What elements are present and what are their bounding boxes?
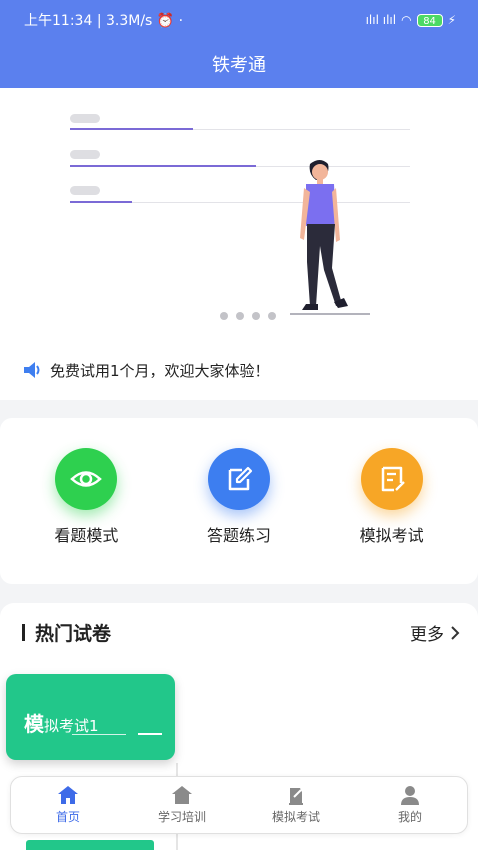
banner-carousel[interactable] bbox=[0, 88, 478, 340]
carousel-dot[interactable] bbox=[268, 312, 276, 320]
banner-illustration-pill bbox=[70, 150, 100, 159]
paper-title-first-char: 模 bbox=[24, 712, 44, 736]
paper-card-button[interactable] bbox=[26, 840, 154, 850]
profile-icon bbox=[401, 786, 419, 805]
tab-label: 模拟考试 bbox=[271, 810, 320, 824]
status-bar: 上午11:34 | 3.3M/s ⏰ · ılıl ılıl ◠ 84 ⚡ bbox=[0, 0, 478, 40]
app-title: 铁考通 bbox=[212, 55, 266, 76]
home-icon bbox=[58, 786, 78, 804]
status-time: 上午11:34 bbox=[24, 13, 93, 29]
carousel-indicator[interactable] bbox=[220, 312, 276, 320]
paper-underline bbox=[72, 734, 126, 735]
charging-icon: ⚡ bbox=[447, 13, 456, 27]
paper-title: 模拟考试1 bbox=[24, 708, 99, 737]
speaker-icon bbox=[24, 362, 40, 378]
tab-mock-exam[interactable]: 模拟考试 bbox=[251, 785, 341, 825]
paper-underline-accent bbox=[138, 733, 162, 735]
edit-icon bbox=[207, 448, 270, 510]
tab-study[interactable]: 学习培训 bbox=[137, 785, 227, 825]
tab-label: 首页 bbox=[55, 810, 80, 824]
app-bar: 铁考通 bbox=[0, 40, 478, 88]
carousel-dot[interactable] bbox=[220, 312, 228, 320]
tab-label: 学习培训 bbox=[157, 810, 206, 824]
study-icon bbox=[172, 786, 192, 804]
tab-profile[interactable]: 我的 bbox=[365, 785, 455, 825]
carousel-dot[interactable] bbox=[236, 312, 244, 320]
banner-illustration-progress bbox=[70, 201, 132, 203]
view-questions-button[interactable]: 看题模式 bbox=[16, 448, 156, 584]
section-header: 热门试卷 更多 bbox=[0, 603, 478, 646]
practice-button[interactable]: 答题练习 bbox=[169, 448, 309, 584]
more-link[interactable]: 更多 bbox=[410, 620, 460, 645]
alarm-icon: ⏰ · bbox=[156, 13, 184, 29]
more-label: 更多 bbox=[410, 625, 444, 645]
chevron-right-icon bbox=[451, 625, 460, 640]
feature-label: 模拟考试 bbox=[359, 526, 424, 545]
status-right: ılıl ılıl ◠ 84 ⚡ bbox=[366, 13, 456, 27]
feature-label: 答题练习 bbox=[206, 526, 271, 545]
banner-illustration-progress bbox=[70, 165, 256, 167]
section-title: 热门试卷 bbox=[22, 619, 111, 646]
feature-label: 看题模式 bbox=[54, 526, 119, 545]
mock-exam-button[interactable]: 模拟考试 bbox=[322, 448, 462, 584]
banner-illustration-pill bbox=[70, 186, 100, 195]
bottom-tab-bar: 首页 学习培训 模拟考试 我的 bbox=[10, 776, 468, 834]
exam-tab-icon bbox=[289, 788, 303, 805]
title-bar bbox=[22, 624, 25, 641]
eye-icon bbox=[55, 448, 118, 510]
status-left: 上午11:34 | 3.3M/s ⏰ · bbox=[24, 13, 184, 29]
banner-illustration-progress bbox=[70, 128, 193, 130]
wifi-icon: ◠ bbox=[401, 13, 412, 27]
person-illustration bbox=[290, 160, 370, 315]
carousel-dot[interactable] bbox=[252, 312, 260, 320]
tab-home[interactable]: 首页 bbox=[23, 785, 113, 825]
signal-icon: ılıl ılıl bbox=[365, 13, 397, 27]
banner-illustration-pill bbox=[70, 114, 100, 123]
notice-bar: 免费试用1个月，欢迎大家体验！ bbox=[0, 340, 478, 400]
status-speed: 3.3M/s bbox=[105, 13, 153, 29]
battery-icon: 84 bbox=[416, 13, 443, 27]
exam-icon bbox=[360, 448, 423, 510]
tab-label: 我的 bbox=[397, 810, 422, 824]
notice-text: 免费试用1个月，欢迎大家体验！ bbox=[50, 361, 270, 380]
feature-grid: 看题模式 答题练习 模拟考试 bbox=[0, 418, 478, 584]
paper-title-rest: 拟考试1 bbox=[44, 717, 99, 735]
paper-card[interactable]: 模拟考试1 bbox=[6, 674, 175, 760]
